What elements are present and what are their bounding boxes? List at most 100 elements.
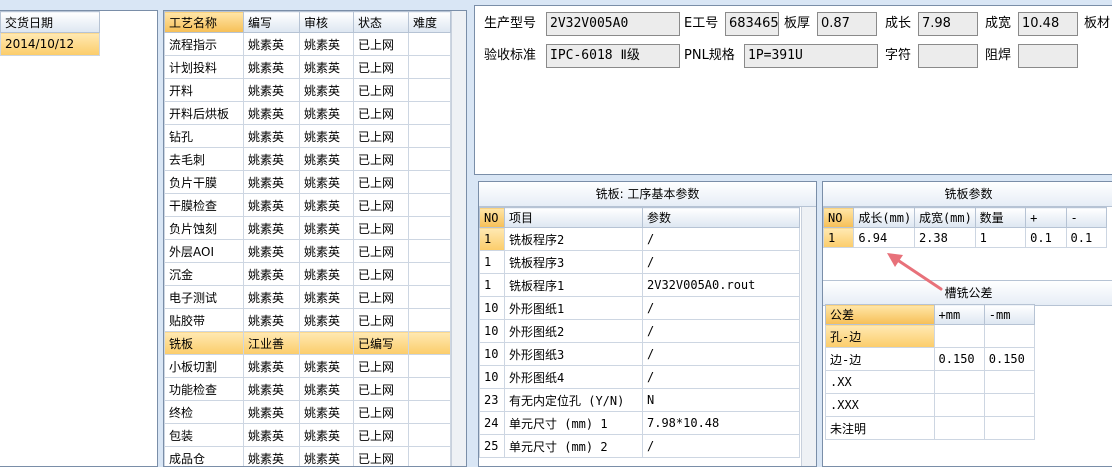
column-header-process-name[interactable]: 工艺名称 bbox=[164, 11, 244, 33]
mill-qty-cell[interactable]: 1 bbox=[974, 227, 1027, 248]
process-difficulty-cell[interactable] bbox=[408, 354, 451, 378]
process-difficulty-cell[interactable] bbox=[408, 124, 451, 148]
basic-param-item-cell[interactable]: 外形图纸2 bbox=[504, 319, 643, 343]
process-writer-cell[interactable]: 姚素英 bbox=[243, 55, 300, 79]
column-header-mill-no[interactable]: NO bbox=[823, 207, 855, 228]
process-writer-cell[interactable]: 姚素英 bbox=[243, 446, 300, 466]
process-reviewer-cell[interactable]: 姚素英 bbox=[299, 147, 354, 171]
process-writer-cell[interactable]: 姚素英 bbox=[243, 262, 300, 286]
process-reviewer-cell[interactable]: 姚素英 bbox=[299, 170, 354, 194]
process-name-cell[interactable]: 负片蚀刻 bbox=[164, 216, 244, 240]
process-status-cell[interactable]: 已编写 bbox=[353, 331, 409, 355]
process-row[interactable]: 小板切割 姚素英 姚素英 已上网 bbox=[164, 354, 451, 378]
process-status-cell[interactable]: 已上网 bbox=[353, 124, 409, 148]
basic-param-no-cell[interactable]: 10 bbox=[479, 319, 505, 343]
mill-no-cell[interactable]: 1 bbox=[823, 227, 855, 248]
basic-param-item-cell[interactable]: 铣板程序1 bbox=[504, 273, 643, 297]
process-list-scrollbar[interactable] bbox=[451, 11, 466, 466]
process-name-cell[interactable]: 贴胶带 bbox=[164, 308, 244, 332]
basic-param-no-cell[interactable]: 1 bbox=[479, 273, 505, 297]
process-status-cell[interactable]: 已上网 bbox=[353, 193, 409, 217]
basic-param-value-cell[interactable]: N bbox=[642, 388, 800, 412]
basic-param-value-cell[interactable]: / bbox=[642, 342, 800, 366]
tolerance-plus-cell[interactable]: 0.150 bbox=[933, 347, 985, 371]
pnl-field[interactable]: 1P=391U bbox=[744, 44, 878, 68]
process-writer-cell[interactable]: 江业善 bbox=[243, 331, 300, 355]
process-writer-cell[interactable]: 姚素英 bbox=[243, 101, 300, 125]
process-reviewer-cell[interactable] bbox=[299, 331, 354, 355]
process-row[interactable]: 开料后烘板 姚素英 姚素英 已上网 bbox=[164, 101, 451, 125]
tolerance-name-cell[interactable]: 边-边 bbox=[825, 347, 935, 371]
length-field[interactable]: 7.98 bbox=[918, 12, 978, 36]
process-reviewer-cell[interactable]: 姚素英 bbox=[299, 55, 354, 79]
process-writer-cell[interactable]: 姚素英 bbox=[243, 285, 300, 309]
basic-param-item-cell[interactable]: 外形图纸3 bbox=[504, 342, 643, 366]
tolerance-plus-cell[interactable] bbox=[933, 370, 985, 394]
column-header-param[interactable]: 参数 bbox=[642, 207, 800, 228]
process-row[interactable]: 流程指示 姚素英 姚素英 已上网 bbox=[164, 32, 451, 56]
process-status-cell[interactable]: 已上网 bbox=[353, 239, 409, 263]
basic-param-value-cell[interactable]: / bbox=[642, 250, 800, 274]
column-header-status[interactable]: 状态 bbox=[353, 11, 409, 33]
process-difficulty-cell[interactable] bbox=[408, 170, 451, 194]
basic-param-no-cell[interactable]: 24 bbox=[479, 411, 505, 435]
process-status-cell[interactable]: 已上网 bbox=[353, 377, 409, 401]
basic-param-no-cell[interactable]: 10 bbox=[479, 365, 505, 389]
process-status-cell[interactable]: 已上网 bbox=[353, 32, 409, 56]
column-header-item[interactable]: 项目 bbox=[504, 207, 643, 228]
process-difficulty-cell[interactable] bbox=[408, 423, 451, 447]
process-reviewer-cell[interactable]: 姚素英 bbox=[299, 262, 354, 286]
process-status-cell[interactable]: 已上网 bbox=[353, 446, 409, 466]
column-header-difficulty[interactable]: 难度 bbox=[408, 11, 451, 33]
process-name-cell[interactable]: 流程指示 bbox=[164, 32, 244, 56]
process-row[interactable]: 成品仓 姚素英 姚素英 已上网 bbox=[164, 446, 451, 466]
process-difficulty-cell[interactable] bbox=[408, 331, 451, 355]
mask-field[interactable] bbox=[1018, 44, 1078, 68]
process-status-cell[interactable]: 已上网 bbox=[353, 216, 409, 240]
tolerance-row[interactable]: 边-边 0.150 0.150 bbox=[825, 347, 1036, 371]
column-header-no[interactable]: NO bbox=[479, 207, 505, 228]
tolerance-row[interactable]: .XX bbox=[825, 370, 1036, 394]
process-writer-cell[interactable]: 姚素英 bbox=[243, 193, 300, 217]
process-name-cell[interactable]: 干膜检查 bbox=[164, 193, 244, 217]
basic-params-scrollbar[interactable] bbox=[801, 207, 816, 466]
process-writer-cell[interactable]: 姚素英 bbox=[243, 423, 300, 447]
tolerance-minus-cell[interactable] bbox=[983, 370, 1036, 394]
process-writer-cell[interactable]: 姚素英 bbox=[243, 78, 300, 102]
column-header-mill-minus[interactable]: - bbox=[1065, 207, 1108, 228]
tolerance-plus-cell[interactable] bbox=[933, 324, 985, 348]
model-field[interactable]: 2V32V005A0 bbox=[546, 12, 680, 36]
char-field[interactable] bbox=[918, 44, 978, 68]
basic-param-row[interactable]: 24 单元尺寸 (mm) 1 7.98*10.48 bbox=[479, 411, 800, 435]
process-name-cell[interactable]: 包装 bbox=[164, 423, 244, 447]
process-row[interactable]: 计划投料 姚素英 姚素英 已上网 bbox=[164, 55, 451, 79]
process-name-cell[interactable]: 终检 bbox=[164, 400, 244, 424]
basic-param-value-cell[interactable]: 7.98*10.48 bbox=[642, 411, 800, 435]
standard-field[interactable]: IPC-6018 Ⅱ级 bbox=[546, 44, 680, 68]
process-row[interactable]: 钻孔 姚素英 姚素英 已上网 bbox=[164, 124, 451, 148]
mill-width-cell[interactable]: 2.38 bbox=[913, 227, 976, 248]
process-name-cell[interactable]: 负片干膜 bbox=[164, 170, 244, 194]
process-status-cell[interactable]: 已上网 bbox=[353, 55, 409, 79]
process-difficulty-cell[interactable] bbox=[408, 55, 451, 79]
process-difficulty-cell[interactable] bbox=[408, 377, 451, 401]
basic-param-no-cell[interactable]: 1 bbox=[479, 227, 505, 251]
tolerance-minus-cell[interactable]: 0.150 bbox=[983, 347, 1036, 371]
process-difficulty-cell[interactable] bbox=[408, 32, 451, 56]
process-status-cell[interactable]: 已上网 bbox=[353, 423, 409, 447]
process-difficulty-cell[interactable] bbox=[408, 239, 451, 263]
tolerance-plus-cell[interactable] bbox=[933, 416, 985, 440]
tolerance-minus-cell[interactable] bbox=[983, 393, 1036, 417]
tolerance-name-cell[interactable]: 孔-边 bbox=[825, 324, 935, 348]
basic-param-item-cell[interactable]: 铣板程序3 bbox=[504, 250, 643, 274]
process-status-cell[interactable]: 已上网 bbox=[353, 101, 409, 125]
tolerance-name-cell[interactable]: .XXX bbox=[825, 393, 935, 417]
process-writer-cell[interactable]: 姚素英 bbox=[243, 377, 300, 401]
basic-param-item-cell[interactable]: 单元尺寸 (mm) 1 bbox=[504, 411, 643, 435]
mill-plus-cell[interactable]: 0.1 bbox=[1025, 227, 1067, 248]
process-reviewer-cell[interactable]: 姚素英 bbox=[299, 239, 354, 263]
process-name-cell[interactable]: 外层AOI bbox=[164, 239, 244, 263]
mill-length-cell[interactable]: 6.94 bbox=[853, 227, 915, 248]
process-reviewer-cell[interactable]: 姚素英 bbox=[299, 400, 354, 424]
process-writer-cell[interactable]: 姚素英 bbox=[243, 354, 300, 378]
